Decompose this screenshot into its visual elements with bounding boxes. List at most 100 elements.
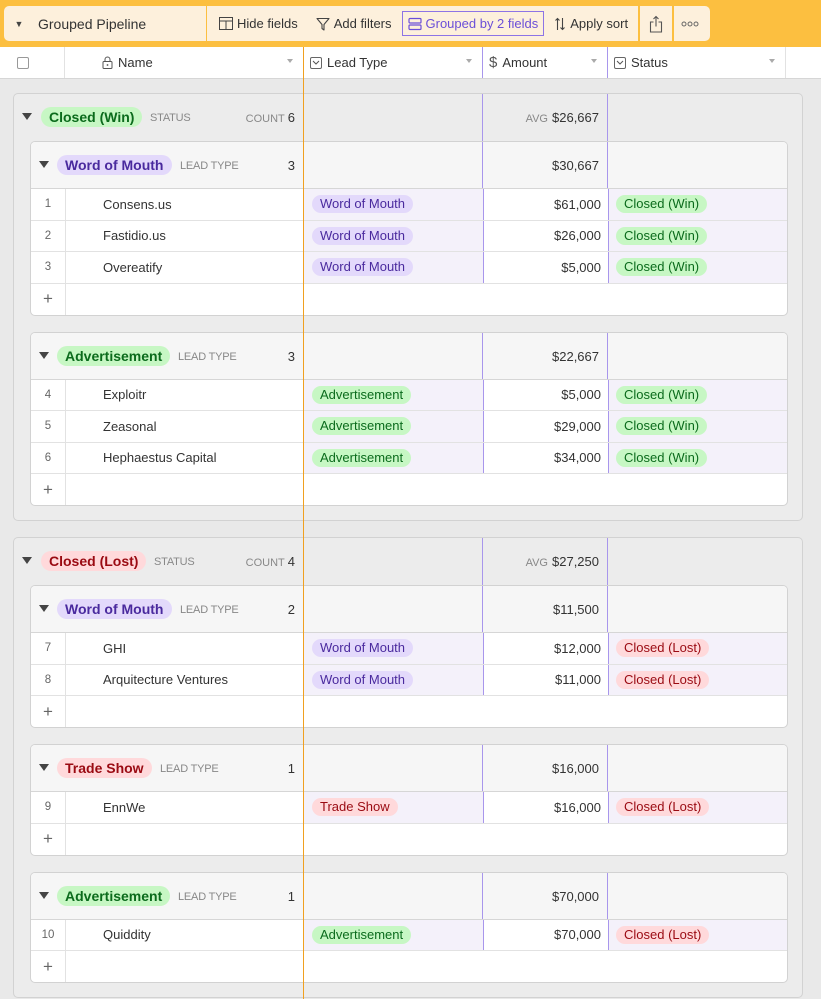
table-row[interactable]: 9 EnnWe Trade Show $16,000 Closed (Lost) — [31, 792, 787, 824]
lead-type-cell[interactable]: Trade Show — [304, 792, 483, 823]
table-row[interactable]: 1 Consens.us Word of Mouth $61,000 Closed (W… — [31, 189, 787, 221]
table-row[interactable]: 7 GHI Word of Mouth $12,000 Closed (Lost) — [31, 633, 787, 665]
add-row-button[interactable]: + — [31, 951, 787, 982]
status-cell[interactable]: Closed (Lost) — [608, 664, 787, 695]
status-cell[interactable]: Closed (Win) — [608, 220, 787, 251]
amount-cell[interactable]: $29,000 — [483, 411, 608, 442]
column-amount-label: Amount — [502, 55, 548, 70]
lead-type-cell[interactable]: Advertisement — [304, 442, 483, 473]
amount-cell[interactable]: $5,000 — [483, 379, 608, 410]
group-field-label: STATUS — [154, 556, 195, 568]
plus-icon: + — [31, 474, 66, 505]
name-cell[interactable]: Hephaestus Capital — [66, 443, 304, 474]
lead-type-cell[interactable]: Advertisement — [304, 919, 483, 950]
group-button[interactable]: Grouped by 2 fields — [401, 11, 545, 36]
lead-type-group-pill: Trade Show — [57, 758, 152, 778]
lead-type-cell[interactable]: Word of Mouth — [304, 252, 483, 283]
column-menu-icon[interactable] — [466, 59, 472, 63]
hide-fields-button[interactable]: Hide fields — [207, 6, 304, 41]
column-header-name[interactable]: Name — [65, 47, 303, 78]
add-row-button[interactable]: + — [31, 474, 787, 505]
more-options-button[interactable] — [674, 6, 706, 41]
status-pill: Closed (Win) — [616, 258, 708, 277]
apply-sort-button[interactable]: Apply sort — [548, 6, 638, 41]
column-header-lead-type[interactable]: Lead Type — [303, 47, 482, 78]
lead-type-group-header[interactable]: Word of Mouth LEAD TYPE 2 $11,500 — [31, 586, 787, 633]
table-row[interactable]: 4 Exploitr Advertisement $5,000 Closed (Win) — [31, 379, 787, 411]
column-menu-icon[interactable] — [287, 59, 293, 63]
add-row-button[interactable]: + — [31, 823, 787, 855]
row-number: 7 — [31, 633, 66, 664]
name-cell[interactable]: Exploitr — [66, 380, 304, 411]
status-cell[interactable]: Closed (Win) — [608, 189, 787, 220]
name-cell[interactable]: Consens.us — [66, 189, 304, 220]
status-cell[interactable]: Closed (Win) — [608, 252, 787, 283]
status-cell[interactable]: Closed (Win) — [608, 379, 787, 410]
collapse-caret-icon[interactable] — [22, 113, 32, 120]
amount-cell[interactable]: $61,000 — [483, 189, 608, 220]
status-pill: Closed (Win) — [616, 226, 708, 245]
column-menu-icon[interactable] — [769, 59, 775, 63]
name-cell[interactable]: Arquitecture Ventures — [66, 665, 304, 696]
lead-type-cell[interactable]: Word of Mouth — [304, 189, 483, 220]
column-header-amount[interactable]: $ Amount — [482, 47, 607, 78]
add-filters-button[interactable]: Add filters — [304, 6, 398, 41]
add-row-button[interactable]: + — [31, 696, 787, 727]
column-divider — [482, 586, 483, 632]
amount-cell[interactable]: $16,000 — [483, 792, 608, 823]
amount-cell[interactable]: $34,000 — [483, 442, 608, 473]
amount-cell[interactable]: $26,000 — [483, 220, 608, 251]
lead-type-group-header[interactable]: Advertisement LEAD TYPE 3 $22,667 — [31, 332, 787, 380]
status-cell[interactable]: Closed (Lost) — [608, 792, 787, 823]
table-row[interactable]: 5 Zeasonal Advertisement $29,000 Closed (Win… — [31, 411, 787, 443]
amount-cell[interactable]: $12,000 — [483, 633, 608, 664]
column-header-row: Name Lead Type $ Amount Status — [0, 47, 821, 79]
collapse-caret-icon[interactable] — [39, 161, 49, 168]
lead-type-cell[interactable]: Advertisement — [304, 379, 483, 410]
lead-type-group-header[interactable]: Advertisement LEAD TYPE 1 $70,000 — [31, 872, 787, 920]
status-group-header[interactable]: Closed (Lost) STATUS COUNT 4 AVG $27,250 — [14, 538, 802, 585]
table-row[interactable]: 10 Quiddity Advertisement $70,000 Closed (Lo… — [31, 919, 787, 951]
lead-type-pill: Word of Mouth — [312, 226, 414, 245]
collapse-caret-icon[interactable] — [39, 351, 49, 359]
amount-cell[interactable]: $11,000 — [483, 664, 608, 695]
select-all-checkbox[interactable] — [17, 56, 29, 69]
lead-type-cell[interactable]: Word of Mouth — [304, 664, 483, 695]
column-menu-icon[interactable] — [591, 59, 597, 63]
status-cell[interactable]: Closed (Win) — [608, 411, 787, 442]
lead-type-cell[interactable]: Word of Mouth — [304, 633, 483, 664]
collapse-caret-icon[interactable] — [39, 605, 49, 612]
table-row[interactable]: 2 Fastidio.us Word of Mouth $26,000 Closed (… — [31, 220, 787, 252]
row-number: 6 — [31, 442, 66, 473]
status-group: Closed (Lost) STATUS COUNT 4 AVG $27,250 Word … — [13, 537, 803, 998]
column-header-status[interactable]: Status — [607, 47, 786, 78]
share-button[interactable] — [640, 6, 672, 41]
name-cell[interactable]: Overeatify — [66, 252, 304, 283]
frozen-column-divider[interactable] — [303, 47, 304, 999]
status-cell[interactable]: Closed (Win) — [608, 442, 787, 473]
lead-type-group-header[interactable]: Trade Show LEAD TYPE 1 $16,000 — [31, 745, 787, 792]
status-cell[interactable]: Closed (Lost) — [608, 633, 787, 664]
collapse-caret-icon[interactable] — [39, 764, 49, 771]
collapse-caret-icon[interactable] — [22, 557, 32, 564]
lead-type-group-header[interactable]: Word of Mouth LEAD TYPE 3 $30,667 — [31, 142, 787, 189]
amount-cell[interactable]: $70,000 — [483, 919, 608, 950]
amount-cell[interactable]: $5,000 — [483, 252, 608, 283]
table-row[interactable]: 3 Overeatify Word of Mouth $5,000 Closed (Wi… — [31, 252, 787, 284]
name-cell[interactable]: Fastidio.us — [66, 221, 304, 252]
table-row[interactable]: 8 Arquitecture Ventures Word of Mouth $11,0… — [31, 664, 787, 696]
lead-type-cell[interactable]: Advertisement — [304, 411, 483, 442]
status-group-header[interactable]: Closed (Win) STATUS COUNT 6 AVG $26,667 — [14, 94, 802, 141]
view-switcher[interactable]: ▼ Grouped Pipeline — [4, 6, 206, 41]
name-cell[interactable]: EnnWe — [66, 792, 304, 823]
collapse-caret-icon[interactable] — [39, 891, 49, 899]
lead-type-group: Advertisement LEAD TYPE 3 $22,667 4 Exploitr A… — [30, 331, 788, 506]
lead-type-cell[interactable]: Word of Mouth — [304, 220, 483, 251]
add-row-button[interactable]: + — [31, 283, 787, 315]
name-cell[interactable]: Quiddity — [66, 920, 304, 951]
name-cell[interactable]: GHI — [66, 633, 304, 664]
table-row[interactable]: 6 Hephaestus Capital Advertisement $34,000 C… — [31, 442, 787, 474]
name-cell[interactable]: Zeasonal — [66, 411, 304, 442]
status-cell[interactable]: Closed (Lost) — [608, 919, 787, 950]
sort-icon — [555, 17, 566, 30]
